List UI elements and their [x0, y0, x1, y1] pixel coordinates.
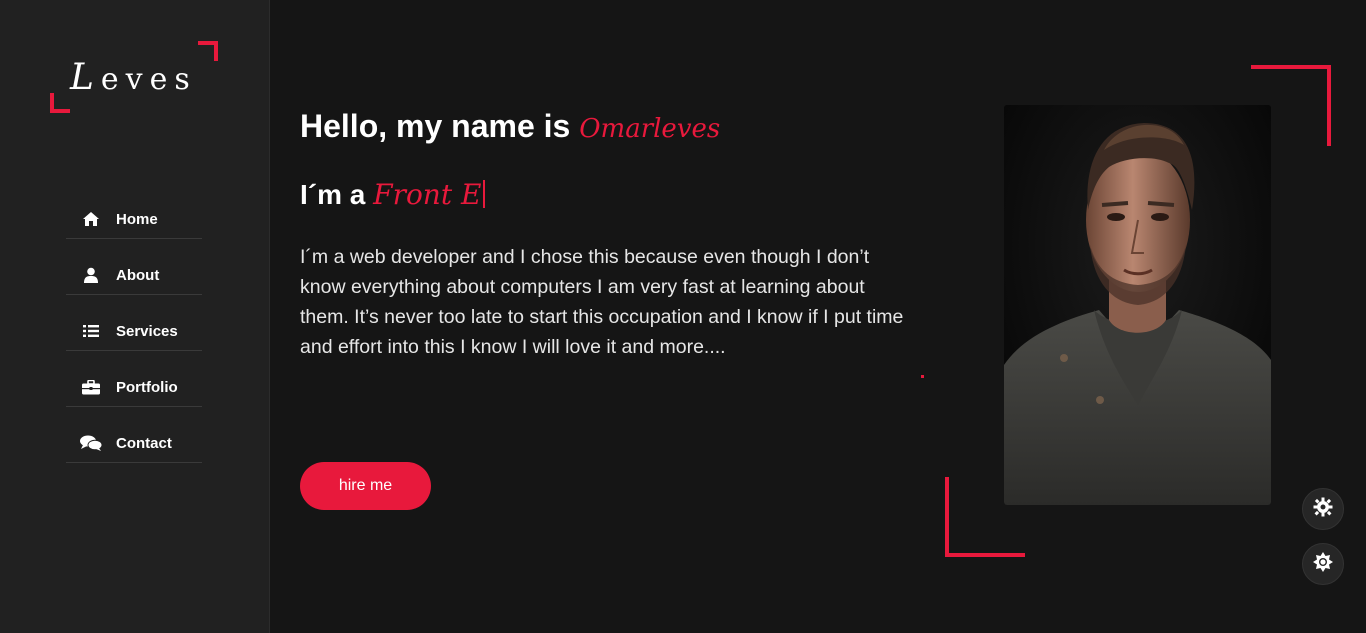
logo-corner-bottom-left [50, 93, 70, 113]
logo-initial: L [70, 57, 101, 98]
nav-item-about[interactable]: About [66, 256, 202, 295]
greeting-text: Hello, my name is [300, 108, 571, 144]
decorative-dot [921, 375, 924, 378]
home-icon [66, 211, 116, 227]
logo[interactable]: Leves [50, 41, 218, 113]
hire-me-button[interactable]: hire me [300, 462, 431, 510]
sidebar: Leves Home About Services Portfolio Cont… [0, 0, 270, 633]
logo-text: Leves [70, 57, 197, 98]
gear-icon [1313, 497, 1333, 521]
nav-item-home[interactable]: Home [66, 200, 202, 239]
hero-role: I´m a Front E [300, 178, 486, 211]
nav-item-services[interactable]: Services [66, 312, 202, 351]
typing-cursor [483, 180, 486, 208]
sun-icon [1313, 552, 1333, 576]
nav-item-portfolio[interactable]: Portfolio [66, 368, 202, 407]
logo-corner-top-right [198, 41, 218, 61]
hero-bio: I´m a web developer and I chose this bec… [300, 246, 904, 358]
profile-photo [1004, 105, 1271, 505]
user-icon [66, 267, 116, 283]
theme-toggle-button[interactable] [1302, 543, 1344, 585]
settings-button[interactable] [1302, 488, 1344, 530]
main-nav: Home About Services Portfolio Contact [66, 200, 202, 480]
nav-label-about: About [116, 266, 160, 284]
logo-rest: eves [100, 62, 197, 97]
hero-name: Omarleves [579, 114, 721, 144]
comments-icon [66, 435, 116, 451]
nav-label-home: Home [116, 210, 158, 228]
briefcase-icon [66, 379, 116, 395]
nav-item-contact[interactable]: Contact [66, 424, 202, 463]
hero-greeting: Hello, my name is Omarleves [300, 108, 720, 145]
nav-label-portfolio: Portfolio [116, 378, 178, 396]
list-icon [66, 324, 116, 338]
nav-label-services: Services [116, 322, 178, 340]
nav-label-contact: Contact [116, 434, 172, 452]
typed-role: Front E [373, 178, 482, 211]
role-prefix: I´m a [300, 179, 366, 210]
